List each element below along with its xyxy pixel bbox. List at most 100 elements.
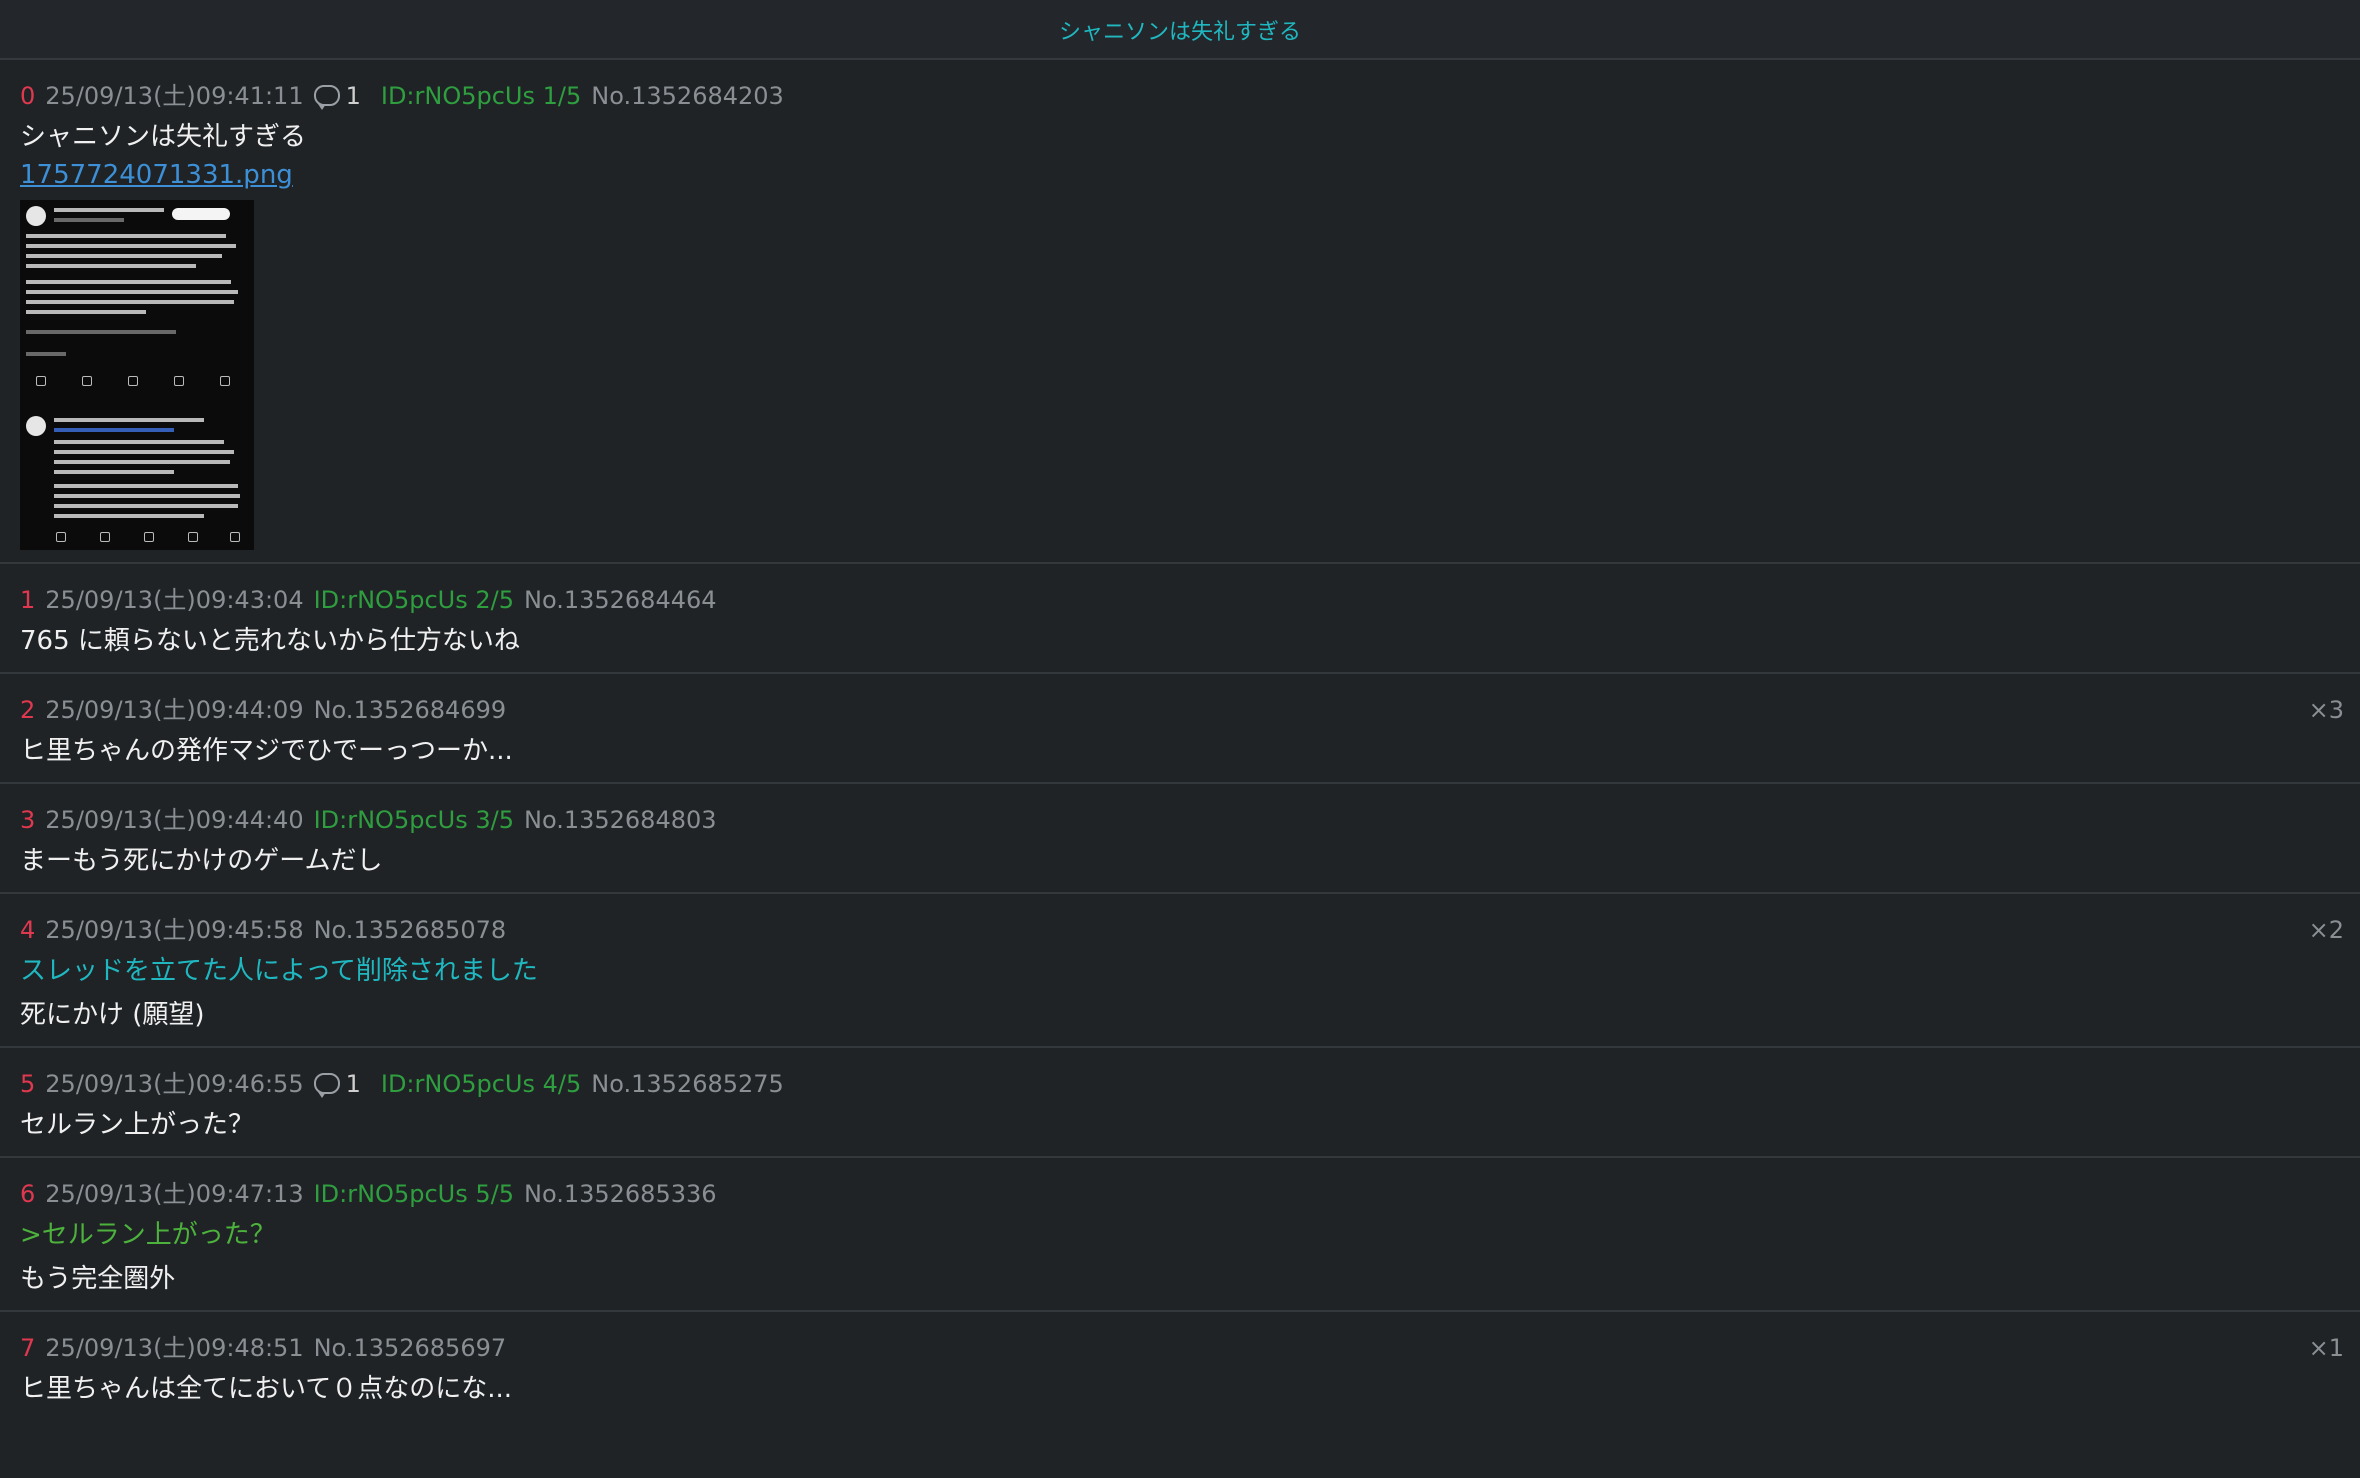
attachment-thumbnail[interactable] bbox=[20, 200, 254, 550]
post-meta: 5 25/09/13(土)09:46:55 1 ID:rNO5pcUs 4/5 No.1… bbox=[20, 1068, 2340, 1100]
post-4[interactable]: 4 25/09/13(土)09:45:58 No.1352685078 ×2 スレッ… bbox=[0, 894, 2360, 1048]
post-body-line: 死にかけ (願望) bbox=[20, 1000, 205, 1030]
post-number[interactable]: 5 bbox=[20, 1070, 35, 1098]
reply-count-badge[interactable]: ×1 bbox=[2309, 1334, 2344, 1362]
thumb-share-icon bbox=[220, 376, 230, 386]
post-body-line: ヒ里ちゃんの発作マジでひでーっつーか... bbox=[20, 736, 513, 766]
thumb-text-row bbox=[54, 484, 238, 488]
post-2[interactable]: 2 25/09/13(土)09:44:09 No.1352684699 ×3 ヒ里ち… bbox=[0, 674, 2360, 784]
post-meta: 6 25/09/13(土)09:47:13 ID:rNO5pcUs 5/5 No.13… bbox=[20, 1178, 2340, 1210]
poster-id[interactable]: ID:rNO5pcUs 3/5 bbox=[314, 806, 514, 834]
comment-icon bbox=[313, 85, 340, 110]
thumb-text-row bbox=[26, 264, 196, 268]
post-body-line: セルラン上がった？ bbox=[20, 1110, 255, 1140]
post-no[interactable]: No.1352684203 bbox=[591, 82, 784, 110]
post-number[interactable]: 6 bbox=[20, 1180, 35, 1208]
post-number[interactable]: 7 bbox=[20, 1334, 35, 1362]
post-no[interactable]: No.1352685078 bbox=[314, 916, 507, 944]
thumb-avatar-icon bbox=[26, 416, 46, 436]
reply-count-value: 1 bbox=[345, 1070, 361, 1098]
post-meta: 4 25/09/13(土)09:45:58 No.1352685078 bbox=[20, 914, 2340, 946]
thumb-text-row bbox=[54, 504, 238, 508]
post-meta: 3 25/09/13(土)09:44:40 ID:rNO5pcUs 3/5 No.13… bbox=[20, 804, 2340, 836]
thread-header: シャニソンは失礼すぎる bbox=[0, 0, 2360, 60]
post-no[interactable]: No.1352684699 bbox=[314, 696, 507, 724]
post-date: 25/09/13(土)09:47:13 bbox=[45, 1180, 304, 1208]
thumb-reply-icon bbox=[56, 532, 66, 542]
poster-id[interactable]: ID:rNO5pcUs 4/5 bbox=[381, 1070, 581, 1098]
thumb-text-row bbox=[26, 290, 238, 294]
thumb-text-row bbox=[54, 440, 224, 444]
post-no[interactable]: No.1352684803 bbox=[524, 806, 717, 834]
thumb-text-row bbox=[54, 450, 234, 454]
thread-title[interactable]: シャニソンは失礼すぎる bbox=[0, 14, 2360, 46]
post-number[interactable]: 0 bbox=[20, 82, 35, 110]
thumb-text-row bbox=[26, 310, 146, 314]
thumb-text-row bbox=[26, 244, 236, 248]
thumb-stats-icon bbox=[188, 532, 198, 542]
thumb-text-row bbox=[54, 218, 124, 222]
poster-id[interactable]: ID:rNO5pcUs 5/5 bbox=[314, 1180, 514, 1208]
post-meta: 7 25/09/13(土)09:48:51 No.1352685697 bbox=[20, 1332, 2340, 1364]
post-5[interactable]: 5 25/09/13(土)09:46:55 1 ID:rNO5pcUs 4/5 No.1… bbox=[0, 1048, 2360, 1158]
thumb-share-icon bbox=[230, 532, 240, 542]
thumb-reply-icon bbox=[36, 376, 46, 386]
post-no[interactable]: No.1352685697 bbox=[314, 1334, 507, 1362]
thumb-text-row bbox=[54, 460, 230, 464]
post-no[interactable]: No.1352684464 bbox=[524, 586, 717, 614]
post-7[interactable]: 7 25/09/13(土)09:48:51 No.1352685697 ×1 ヒ里ち… bbox=[0, 1312, 2360, 1420]
post-number[interactable]: 4 bbox=[20, 916, 35, 944]
post-date: 25/09/13(土)09:45:58 bbox=[45, 916, 304, 944]
thumb-text-row bbox=[26, 280, 231, 284]
post-date: 25/09/13(土)09:44:09 bbox=[45, 696, 304, 724]
thumb-follow-pill bbox=[172, 208, 230, 220]
post-date: 25/09/13(土)09:48:51 bbox=[45, 1334, 304, 1362]
reply-indicator[interactable]: 1 bbox=[313, 1070, 371, 1098]
post-1[interactable]: 1 25/09/13(土)09:43:04 ID:rNO5pcUs 2/5 No.13… bbox=[0, 564, 2360, 674]
post-body-line: まーもう死にかけのゲームだし bbox=[20, 846, 383, 876]
post-3[interactable]: 3 25/09/13(土)09:44:40 ID:rNO5pcUs 3/5 No.13… bbox=[0, 784, 2360, 894]
quote-line[interactable]: >セルラン上がった？ bbox=[20, 1216, 2340, 1254]
thumb-text-row bbox=[54, 494, 240, 498]
post-no[interactable]: No.1352685336 bbox=[524, 1180, 717, 1208]
post-6[interactable]: 6 25/09/13(土)09:47:13 ID:rNO5pcUs 5/5 No.13… bbox=[0, 1158, 2360, 1312]
thumb-like-icon bbox=[128, 376, 138, 386]
comment-icon bbox=[313, 1073, 340, 1098]
poster-id[interactable]: ID:rNO5pcUs 1/5 bbox=[381, 82, 581, 110]
thumb-text-row bbox=[26, 254, 222, 258]
thumb-text-row bbox=[54, 418, 204, 422]
deleted-notice: スレッドを立てた人によって削除されました bbox=[20, 956, 538, 986]
thumb-text-row bbox=[54, 208, 164, 212]
post-date: 25/09/13(土)09:44:40 bbox=[45, 806, 304, 834]
reply-count-badge[interactable]: ×3 bbox=[2309, 696, 2344, 724]
post-meta: 0 25/09/13(土)09:41:11 1 ID:rNO5pcUs 1/5 No.1… bbox=[20, 80, 2340, 112]
reply-indicator[interactable]: 1 bbox=[313, 82, 371, 110]
thumb-like-icon bbox=[144, 532, 154, 542]
reply-count-badge[interactable]: ×2 bbox=[2309, 916, 2344, 944]
post-date: 25/09/13(土)09:46:55 bbox=[45, 1070, 304, 1098]
thumb-text-row bbox=[54, 470, 174, 474]
post-body-line: ヒ里ちゃんは全てにおいて０点なのにな... bbox=[20, 1374, 513, 1404]
thumb-repost-icon bbox=[82, 376, 92, 386]
thumb-text-row bbox=[26, 300, 234, 304]
thumb-text-row bbox=[26, 352, 66, 356]
post-0[interactable]: 0 25/09/13(土)09:41:11 1 ID:rNO5pcUs 1/5 No.1… bbox=[0, 60, 2360, 564]
thumb-text-row bbox=[26, 330, 176, 334]
post-meta: 2 25/09/13(土)09:44:09 No.1352684699 bbox=[20, 694, 2340, 726]
thumb-text-row bbox=[26, 234, 226, 238]
attachment-link[interactable]: 1757724071331.png bbox=[20, 160, 293, 190]
thumb-repost-icon bbox=[100, 532, 110, 542]
post-body-line: シャニソンは失礼すぎる bbox=[20, 122, 307, 152]
post-body-line: 765 に頼らないと売れないから仕方ないね bbox=[20, 626, 520, 656]
reply-count-value: 1 bbox=[345, 82, 361, 110]
post-date: 25/09/13(土)09:41:11 bbox=[45, 82, 304, 110]
post-number[interactable]: 3 bbox=[20, 806, 35, 834]
thumb-avatar-icon bbox=[26, 206, 46, 226]
thumb-bookmark-icon bbox=[174, 376, 184, 386]
post-meta: 1 25/09/13(土)09:43:04 ID:rNO5pcUs 2/5 No.13… bbox=[20, 584, 2340, 616]
post-number[interactable]: 1 bbox=[20, 586, 35, 614]
post-date: 25/09/13(土)09:43:04 bbox=[45, 586, 304, 614]
post-no[interactable]: No.1352685275 bbox=[591, 1070, 784, 1098]
poster-id[interactable]: ID:rNO5pcUs 2/5 bbox=[314, 586, 514, 614]
post-number[interactable]: 2 bbox=[20, 696, 35, 724]
